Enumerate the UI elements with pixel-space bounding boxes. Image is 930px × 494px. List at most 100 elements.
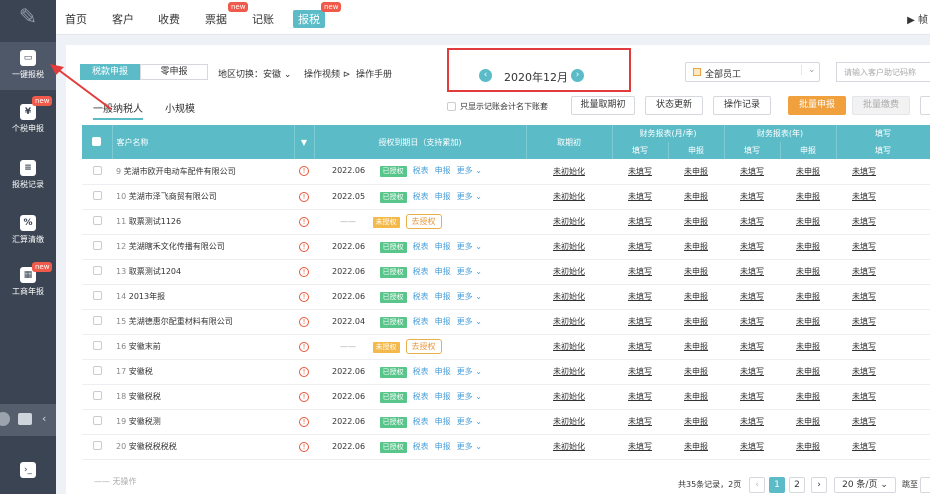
init-status-link[interactable]: 未初始化 [553,167,585,176]
tax-form-link[interactable]: 税表 [413,292,429,301]
next-period-button[interactable]: › [571,69,584,82]
init-status-link[interactable]: 未初始化 [553,392,585,401]
extra-fill-link[interactable]: 未填写 [852,192,876,201]
table-row[interactable]: 12 芜湖瞎禾文化传播有限公司! 2022.06 已授权 税表 申报 更多 ⌄ 未初始化 未… [82,234,930,260]
page-1-button[interactable]: 1 [769,477,785,493]
warning-icon[interactable]: ! [299,191,309,202]
tax-form-link[interactable]: 税表 [413,367,429,376]
init-status-link[interactable]: 未初始化 [553,242,585,251]
filter-checkbox[interactable] [447,102,456,111]
warning-icon[interactable]: ! [299,166,309,177]
warning-icon[interactable]: ! [299,316,309,327]
annual-declare-link[interactable]: 未申报 [796,167,820,176]
tax-form-link[interactable]: 税表 [413,267,429,276]
customer-name[interactable]: 安徽税税 [129,392,161,401]
monthly-declare-link[interactable]: 未申报 [684,217,708,226]
monthly-declare-link[interactable]: 未申报 [684,392,708,401]
extra-fill-link[interactable]: 未填写 [852,417,876,426]
more-menu[interactable]: 更多 ⌄ [457,242,482,251]
row-checkbox[interactable] [92,266,102,275]
annual-fill-link[interactable]: 未填写 [740,217,764,226]
monthly-declare-link[interactable]: 未申报 [684,417,708,426]
extra-fill-link[interactable]: 未填写 [852,367,876,376]
page-2-button[interactable]: 2 [789,477,805,493]
init-status-link[interactable]: 未初始化 [553,217,585,226]
customer-name[interactable]: 芜湖德惠尔配重材料有限公司 [129,317,233,326]
sidebar-item-tax-records[interactable]: ≡ 报税记录 [0,152,56,200]
prev-page-button[interactable]: ‹ [749,477,765,493]
table-row[interactable]: 10 芜湖市泽飞商贸有限公司! 2022.05 已授权 税表 申报 更多 ⌄ 未初始化 未填… [82,184,930,210]
go-authorize-button[interactable]: 去授权 [405,214,442,229]
annual-declare-link[interactable]: 未申报 [796,267,820,276]
nav-bookkeeping[interactable]: 记账 [252,11,274,27]
monthly-fill-link[interactable]: 未填写 [628,217,652,226]
more-menu[interactable]: 更多 ⌄ [457,417,482,426]
customer-name[interactable]: 芜湖市泽飞商贸有限公司 [129,192,217,201]
select-all-checkbox[interactable] [92,136,102,146]
annual-declare-link[interactable]: 未申报 [796,417,820,426]
tab-zero-declaration[interactable]: 零申报 [140,64,208,80]
monthly-fill-link[interactable]: 未填写 [628,442,652,451]
filter-icon[interactable]: ▼ [294,125,315,159]
monthly-fill-link[interactable]: 未填写 [628,392,652,401]
nav-home[interactable]: 首页 [65,11,87,27]
annual-fill-link[interactable]: 未填写 [740,417,764,426]
declare-link[interactable]: 申报 [435,317,451,326]
tab-small-scale[interactable]: 小规模 [165,100,195,115]
table-row[interactable]: 16 安徽末前! —— 未授权 去授权 未初始化 未填写 未申报 未填写 未申报 未填写 [82,334,930,360]
nav-invoices[interactable]: 票据 [205,11,227,27]
customer-search-input[interactable]: 请输入客户助记码称 [836,62,930,82]
warning-icon[interactable]: ! [299,366,309,377]
annual-declare-link[interactable]: 未申报 [796,442,820,451]
message-icon[interactable] [18,413,32,425]
terminal-icon[interactable]: ›_ [20,462,36,478]
declare-link[interactable]: 申报 [435,367,451,376]
more-actions-button[interactable] [920,96,930,115]
declare-link[interactable]: 申报 [435,166,451,175]
tax-form-link[interactable]: 税表 [413,392,429,401]
annual-fill-link[interactable]: 未填写 [740,242,764,251]
init-status-link[interactable]: 未初始化 [553,342,585,351]
table-row[interactable]: 17 安徽税! 2022.06 已授权 税表 申报 更多 ⌄ 未初始化 未填写 未申报 未填写 未… [82,359,930,385]
annual-declare-link[interactable]: 未申报 [796,367,820,376]
table-row[interactable]: 18 安徽税税! 2022.06 已授权 税表 申报 更多 ⌄ 未初始化 未填写 未申报 未填写… [82,384,930,410]
video-link[interactable]: 操作视频 ⊳ [304,67,350,80]
monthly-fill-link[interactable]: 未填写 [628,417,652,426]
customer-name[interactable]: 芜湖瞎禾文化传播有限公司 [129,242,225,251]
row-checkbox[interactable] [92,216,102,225]
customer-name[interactable]: 芜湖市欧开电动车配件有限公司 [124,167,236,176]
init-status-link[interactable]: 未初始化 [553,267,585,276]
row-checkbox[interactable] [92,291,102,300]
declare-link[interactable]: 申报 [435,442,451,451]
customer-name[interactable]: 取票测试1204 [129,267,181,276]
tax-form-link[interactable]: 税表 [413,242,429,251]
table-row[interactable]: 19 安徽税测! 2022.06 已授权 税表 申报 更多 ⌄ 未初始化 未填写 未申报 未填写… [82,409,930,435]
extra-fill-link[interactable]: 未填写 [852,242,876,251]
extra-fill-link[interactable]: 未填写 [852,167,876,176]
annual-declare-link[interactable]: 未申报 [796,242,820,251]
table-row[interactable]: 20 安徽税税税税! 2022.06 已授权 税表 申报 更多 ⌄ 未初始化 未填写 未申报 未… [82,434,930,460]
init-status-link[interactable]: 未初始化 [553,292,585,301]
annual-declare-link[interactable]: 未申报 [796,292,820,301]
sidebar-item-annual-report[interactable]: new ▦ 工商年报 [0,259,56,307]
annual-fill-link[interactable]: 未填写 [740,342,764,351]
more-menu[interactable]: 更多 ⌄ [457,442,482,451]
table-row[interactable]: 13 取票测试1204! 2022.06 已授权 税表 申报 更多 ⌄ 未初始化 未填写 未申… [82,259,930,285]
video-help-link[interactable]: ▶ 帧 [907,11,928,26]
monthly-declare-link[interactable]: 未申报 [684,242,708,251]
more-menu[interactable]: 更多 ⌄ [457,166,482,175]
row-checkbox[interactable] [92,416,102,425]
batch-pay-button[interactable]: 批量缴费 [852,96,910,115]
tax-form-link[interactable]: 税表 [413,417,429,426]
row-checkbox[interactable] [92,341,102,350]
collapse-chevron-icon[interactable]: ‹ [42,412,46,425]
monthly-fill-link[interactable]: 未填写 [628,167,652,176]
annual-declare-link[interactable]: 未申报 [796,392,820,401]
extra-fill-link[interactable]: 未填写 [852,217,876,226]
row-checkbox[interactable] [92,316,102,325]
warning-icon[interactable]: ! [299,291,309,302]
declare-link[interactable]: 申报 [435,417,451,426]
warning-icon[interactable]: ! [299,266,309,277]
table-row[interactable]: 11 取票测试1126! —— 未授权 去授权 未初始化 未填写 未申报 未填写 未申报 未填写 [82,209,930,235]
status-update-button[interactable]: 状态更新 [645,96,703,115]
